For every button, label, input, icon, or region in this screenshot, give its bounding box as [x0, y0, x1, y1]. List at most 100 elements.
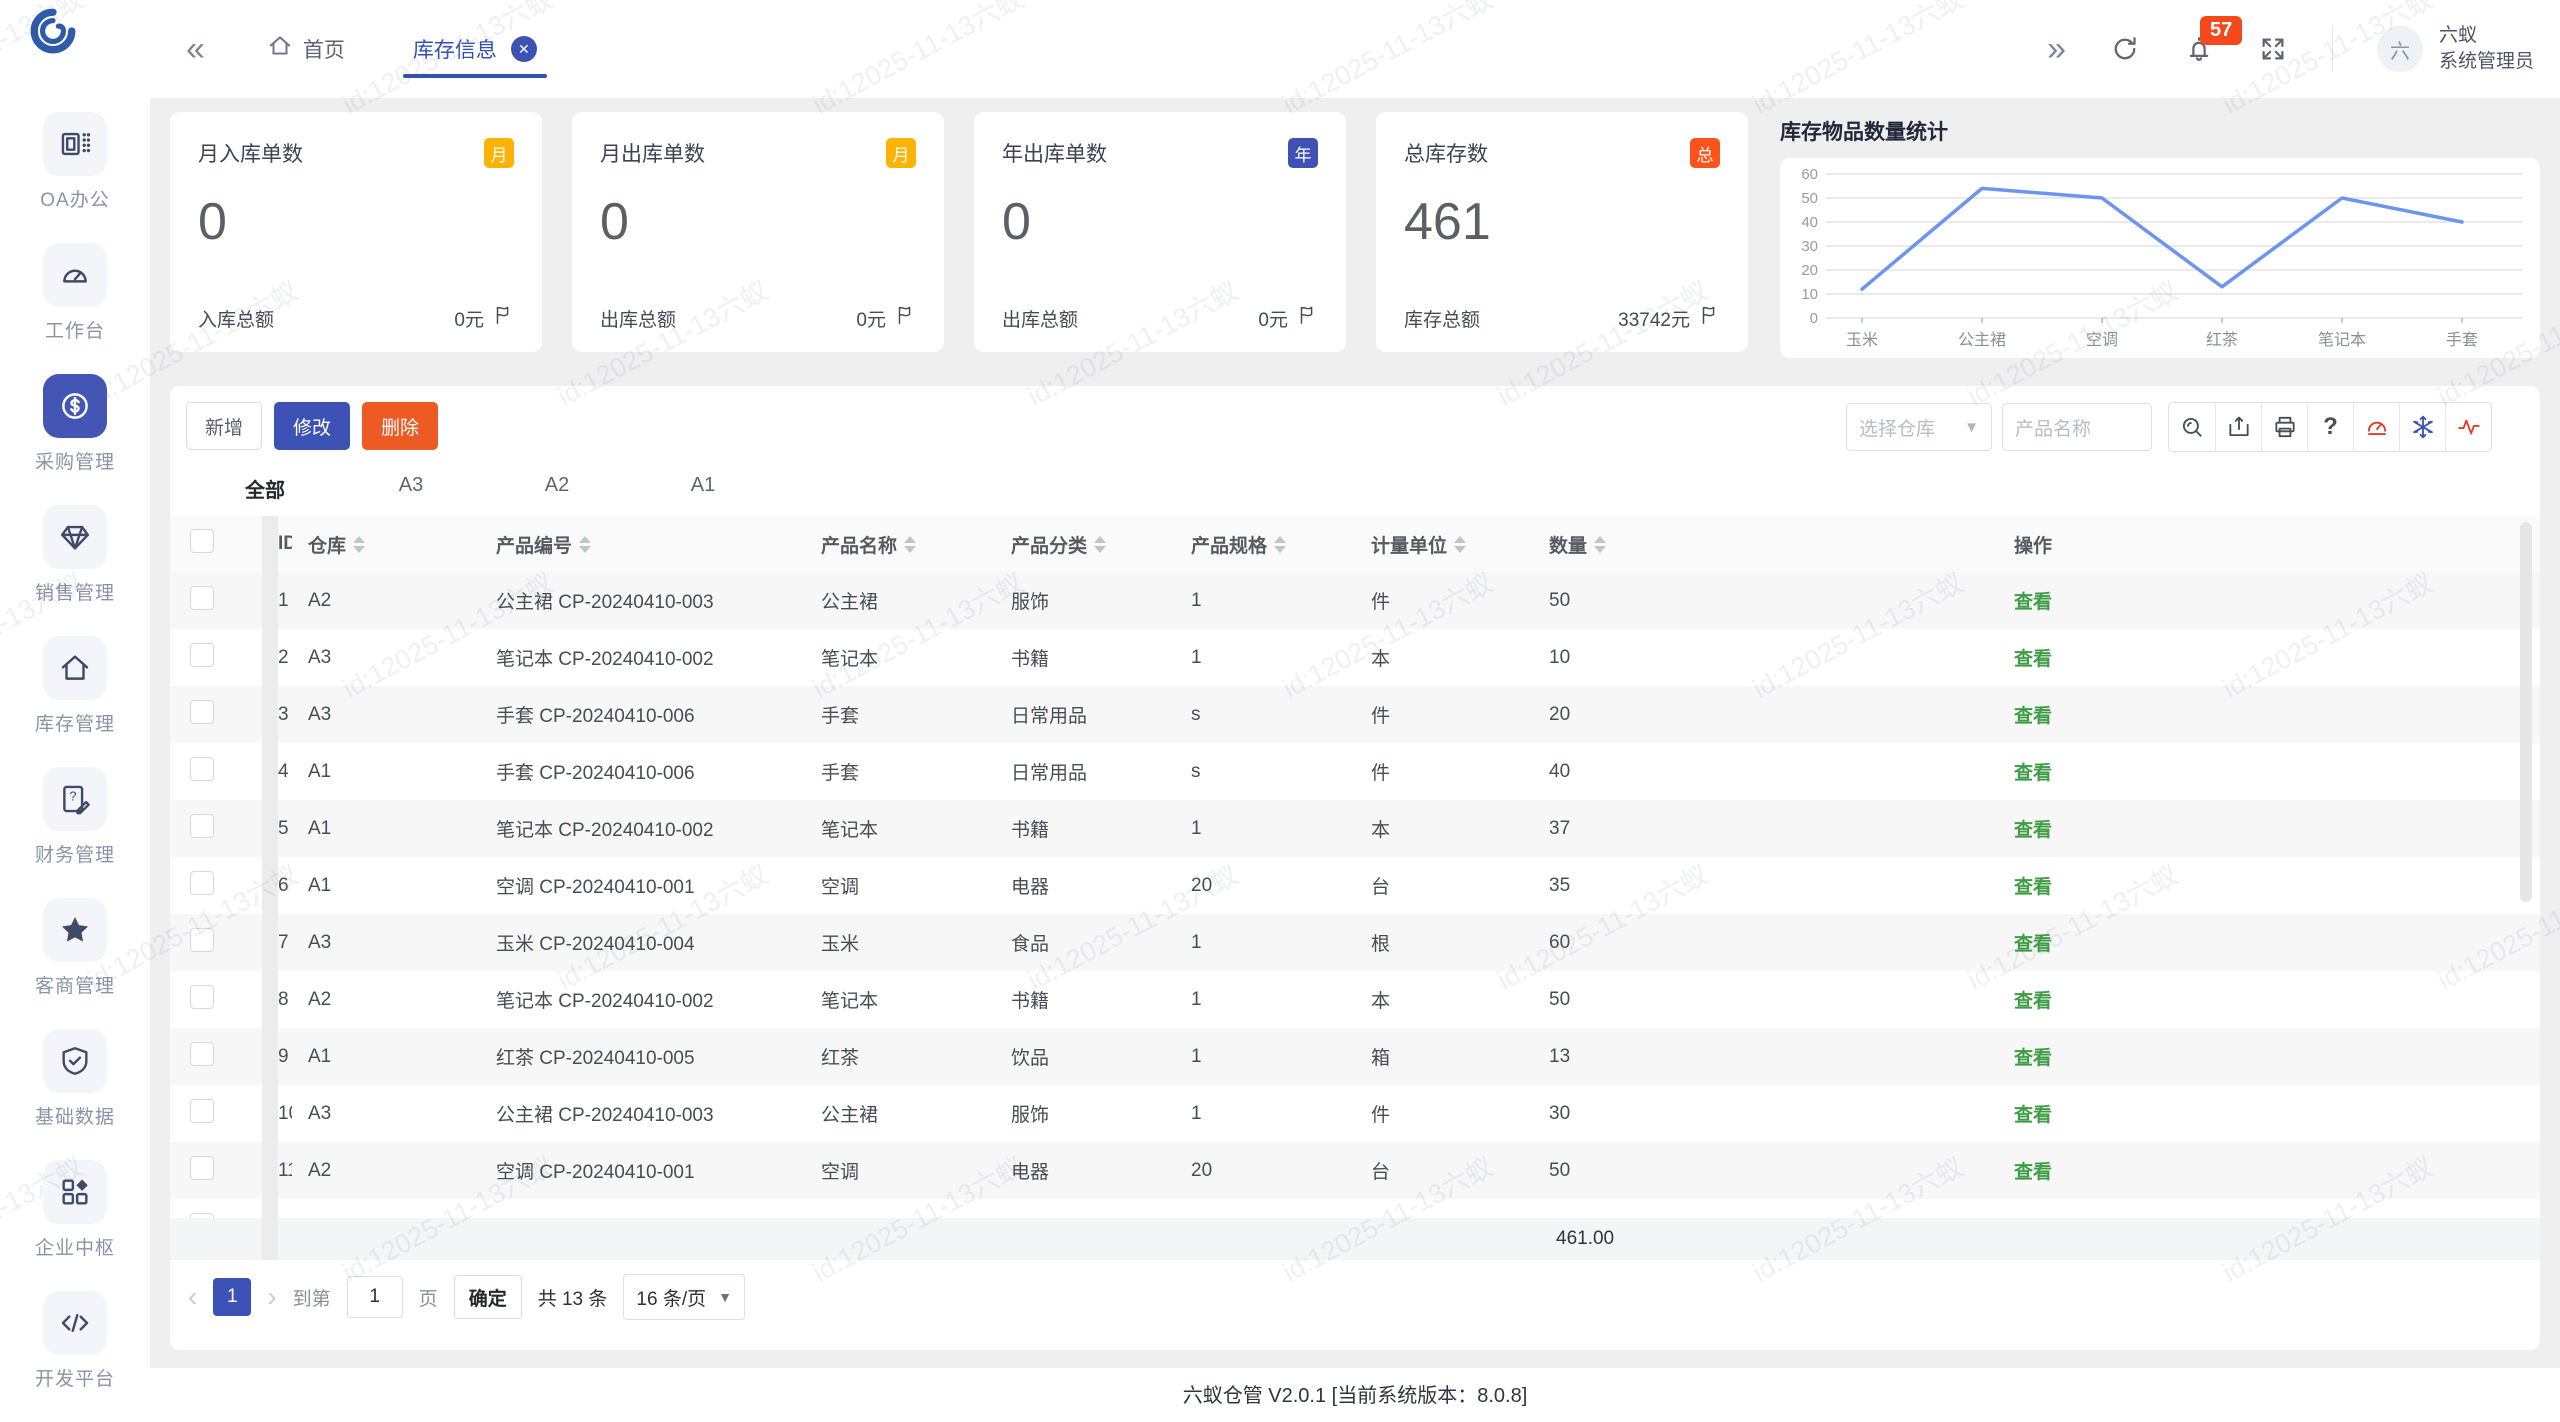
table-scrollbar[interactable] — [2520, 522, 2532, 902]
collapse-tabs-icon[interactable]: « — [186, 32, 205, 66]
sidebar-item-enterprise[interactable]: 企业中枢 — [35, 1160, 115, 1291]
view-link[interactable]: 查看 — [2014, 763, 2052, 784]
avatar[interactable]: 六 — [2377, 26, 2423, 72]
column-header-产品名称[interactable]: 产品名称 — [805, 531, 995, 558]
next-page-icon[interactable]: › — [267, 1283, 276, 1311]
view-link[interactable]: 查看 — [2014, 934, 2052, 955]
expand-tabs-icon[interactable]: » — [2047, 32, 2066, 66]
sidebar-item-workbench[interactable]: 工作台 — [43, 243, 107, 374]
sidebar-item-customer[interactable]: 客商管理 — [35, 898, 115, 1029]
tab-首页[interactable]: 首页 — [261, 0, 351, 98]
stat-card: 年出库单数年0出库总额0元 — [974, 112, 1346, 352]
sidebar-item-sales[interactable]: 销售管理 — [35, 505, 115, 636]
goto-page-input[interactable]: 1 — [347, 1276, 403, 1318]
sort-icon[interactable] — [353, 536, 365, 553]
view-link[interactable]: 查看 — [2014, 649, 2052, 670]
print-icon[interactable] — [2261, 403, 2307, 451]
table-row[interactable]: 7A3玉米 CP-20240410-004玉米食品1根60查看 — [170, 914, 2540, 971]
confirm-button[interactable]: 确定 — [454, 1275, 522, 1319]
row-checkbox[interactable] — [190, 757, 214, 781]
add-button[interactable]: 新增 — [186, 402, 262, 450]
card-title: 年出库单数 — [1002, 138, 1107, 168]
table-row[interactable]: 1A2公主裙 CP-20240410-003公主裙服饰1件50查看 — [170, 572, 2540, 629]
export-icon[interactable] — [2215, 403, 2261, 451]
filter-tab-A2[interactable]: A2 — [484, 462, 630, 515]
row-checkbox[interactable] — [190, 1099, 214, 1123]
current-page[interactable]: 1 — [213, 1278, 251, 1316]
table-row[interactable]: 2A3笔记本 CP-20240410-002笔记本书籍1本10查看 — [170, 629, 2540, 686]
table-row[interactable]: 3A3手套 CP-20240410-006手套日常用品s件20查看 — [170, 686, 2540, 743]
refresh-icon[interactable] — [2110, 34, 2140, 64]
prev-page-icon[interactable]: ‹ — [188, 1283, 197, 1311]
sort-icon[interactable] — [904, 536, 916, 553]
row-checkbox[interactable] — [190, 586, 214, 610]
sidebar-item-oa[interactable]: OA办公 — [40, 112, 109, 243]
row-checkbox[interactable] — [190, 814, 214, 838]
table-row[interactable]: 4A1手套 CP-20240410-006手套日常用品s件40查看 — [170, 743, 2540, 800]
table-row[interactable]: 5A1笔记本 CP-20240410-002笔记本书籍1本37查看 — [170, 800, 2540, 857]
filter-tab-A1[interactable]: A1 — [630, 462, 776, 515]
delete-button[interactable]: 删除 — [362, 402, 438, 450]
filter-tab-全部[interactable]: 全部 — [192, 462, 338, 515]
row-checkbox[interactable] — [190, 643, 214, 667]
view-link[interactable]: 查看 — [2014, 820, 2052, 841]
tab-库存信息[interactable]: 库存信息✕ — [407, 0, 543, 98]
sort-icon[interactable] — [1274, 536, 1286, 553]
table-row[interactable]: 11A2空调 CP-20240410-001空调电器20台50查看 — [170, 1142, 2540, 1199]
row-checkbox[interactable] — [190, 985, 214, 1009]
column-header-产品编号[interactable]: 产品编号 — [480, 531, 805, 558]
dashboard-icon[interactable] — [2353, 403, 2399, 451]
column-header-产品规格[interactable]: 产品规格 — [1175, 531, 1355, 558]
fullscreen-icon[interactable] — [2258, 34, 2288, 64]
sidebar-item-base-data[interactable]: 基础数据 — [35, 1029, 115, 1160]
view-link[interactable]: 查看 — [2014, 706, 2052, 727]
sidebar-item-inventory[interactable]: 库存管理 — [35, 636, 115, 767]
table-row[interactable]: 6A1空调 CP-20240410-001空调电器20台35查看 — [170, 857, 2540, 914]
select-all-checkbox[interactable] — [190, 529, 214, 553]
table-tools: ? — [2168, 402, 2492, 452]
pulse-icon[interactable] — [2445, 403, 2491, 451]
stat-card: 总库存数总461库存总额33742元 — [1376, 112, 1748, 352]
view-link[interactable]: 查看 — [2014, 592, 2052, 613]
filter-tab-A3[interactable]: A3 — [338, 462, 484, 515]
edit-button[interactable]: 修改 — [274, 402, 350, 450]
view-link[interactable]: 查看 — [2014, 1048, 2052, 1069]
card-footer-value: 0元 — [1258, 304, 1318, 332]
sort-icon[interactable] — [1094, 536, 1106, 553]
svg-text:40: 40 — [1801, 214, 1818, 231]
warehouse-select[interactable]: 选择仓库 ▼ — [1846, 403, 1992, 451]
row-checkbox[interactable] — [190, 871, 214, 895]
freeze-icon[interactable] — [2399, 403, 2445, 451]
notifications-icon[interactable]: 57 — [2184, 34, 2214, 64]
page-size-select[interactable]: 16 条/页 ▼ — [623, 1274, 745, 1320]
row-checkbox[interactable] — [190, 928, 214, 952]
table-row[interactable]: 8A2笔记本 CP-20240410-002笔记本书籍1本50查看 — [170, 971, 2540, 1028]
row-checkbox[interactable] — [190, 700, 214, 724]
total-count: 共 13 条 — [538, 1284, 608, 1311]
table-row[interactable]: 12A1公主裙 CP-20240410-003公主裙服饰30件54查看 — [170, 1199, 2540, 1218]
column-header-计量单位[interactable]: 计量单位 — [1355, 531, 1533, 558]
view-link[interactable]: 查看 — [2014, 1105, 2052, 1126]
search-icon[interactable] — [2169, 403, 2215, 451]
help-icon[interactable]: ? — [2307, 403, 2353, 451]
view-link[interactable]: 查看 — [2014, 1162, 2052, 1183]
row-checkbox[interactable] — [190, 1156, 214, 1180]
sidebar-item-dev[interactable]: 开发平台 — [35, 1291, 115, 1422]
table-row[interactable]: 9A1红茶 CP-20240410-005红茶饮品1箱13查看 — [170, 1028, 2540, 1085]
product-name-input[interactable]: 产品名称 — [2002, 403, 2152, 451]
view-link[interactable]: 查看 — [2014, 877, 2052, 898]
close-tab-icon[interactable]: ✕ — [511, 36, 537, 62]
column-header-仓库[interactable]: 仓库 — [292, 531, 480, 558]
cell: A2 — [292, 1160, 480, 1182]
sort-icon[interactable] — [1454, 536, 1466, 553]
view-link[interactable]: 查看 — [2014, 991, 2052, 1012]
row-checkbox[interactable] — [190, 1042, 214, 1066]
column-header-产品分类[interactable]: 产品分类 — [995, 531, 1175, 558]
sidebar-item-finance[interactable]: ?财务管理 — [35, 767, 115, 898]
sidebar-item-purchase[interactable]: 采购管理 — [35, 374, 115, 505]
goto-label: 到第 — [293, 1284, 331, 1311]
table-row[interactable]: 10A3公主裙 CP-20240410-003公主裙服饰1件30查看 — [170, 1085, 2540, 1142]
sort-icon[interactable] — [1594, 536, 1606, 553]
column-header-数量[interactable]: 数量 — [1533, 531, 1773, 558]
sort-icon[interactable] — [579, 536, 591, 553]
